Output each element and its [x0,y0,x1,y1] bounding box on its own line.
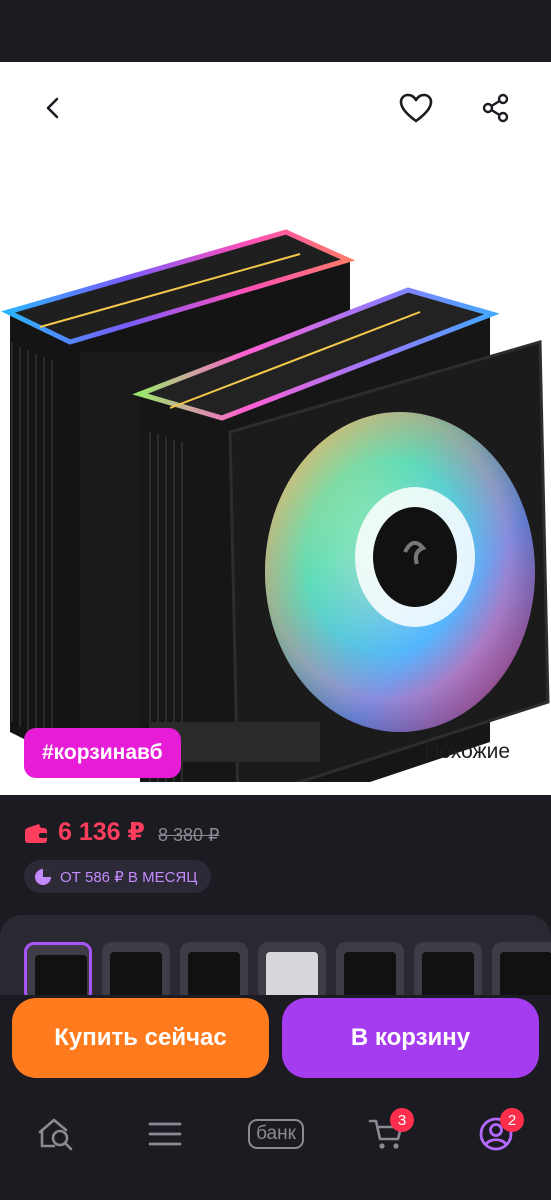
profile-badge: 2 [500,1108,524,1132]
price-section: 6 136 ₽ 8 380 ₽ ОТ 586 ₽ В МЕСЯЦ [0,795,551,915]
pie-chart-icon [35,868,51,885]
old-price: 8 380 ₽ [158,825,220,845]
thumbnail[interactable] [336,942,404,995]
installment-text: ОТ 586 ₽ В МЕСЯЦ [60,868,198,886]
nav-home[interactable] [26,1106,86,1162]
thumbnail[interactable] [24,942,92,995]
similar-products-link[interactable]: Похожие [424,740,510,764]
add-to-cart-button[interactable]: В корзину [282,998,539,1078]
tag-chip[interactable]: #корзинавб [24,728,181,778]
share-button[interactable] [474,86,518,130]
thumbnail[interactable] [102,942,170,995]
bottom-navigation: банк 3 2 [0,1092,551,1200]
thumbnail[interactable] [180,942,248,995]
product-gallery[interactable]: #корзинавб Похожие [0,62,551,795]
bank-label: банк [248,1119,304,1149]
nav-catalog[interactable] [135,1106,195,1162]
nav-cart[interactable]: 3 [356,1106,416,1162]
share-icon [482,93,509,123]
heart-icon [399,93,433,123]
wallet-icon [25,824,47,843]
back-button[interactable] [32,86,76,130]
installment-badge[interactable]: ОТ 586 ₽ В МЕСЯЦ [24,860,212,893]
thumbnail[interactable] [492,942,551,995]
back-arrow-icon [46,97,59,119]
nav-bank[interactable]: банк [236,1106,316,1162]
nav-profile[interactable]: 2 [466,1106,526,1162]
product-image [1,229,550,782]
thumbnail[interactable] [414,942,482,995]
status-bar [0,0,551,62]
home-search-icon [38,1118,73,1151]
favorite-button[interactable] [394,86,438,130]
thumbnail[interactable] [258,942,326,995]
buy-now-button[interactable]: Купить сейчас [12,998,269,1078]
cart-badge: 3 [390,1108,414,1132]
current-price: 6 136 ₽ [58,818,145,846]
menu-icon [148,1122,182,1146]
thumbnail-strip[interactable] [0,915,551,995]
